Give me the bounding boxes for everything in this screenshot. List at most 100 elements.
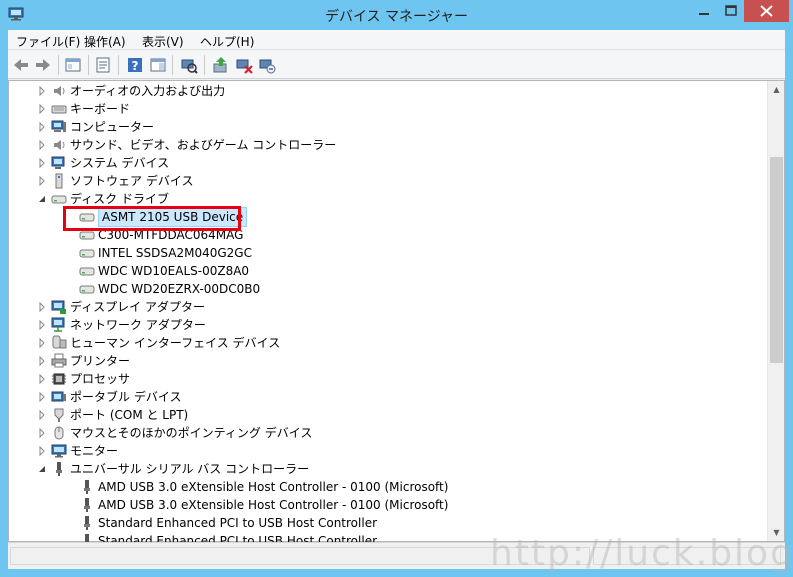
- tree-item-label: AMD USB 3.0 eXtensible Host Controller -…: [98, 498, 449, 512]
- toolbar-separator: [172, 55, 173, 75]
- scroll-down-icon[interactable]: ▼: [768, 524, 785, 541]
- menu-file[interactable]: ファイル(F): [16, 33, 80, 50]
- forward-icon[interactable]: [34, 56, 52, 74]
- show-hide-console-tree-icon[interactable]: [64, 56, 82, 74]
- menu-action[interactable]: 操作(A): [84, 33, 126, 50]
- title-bar[interactable]: デバイス マネージャー: [0, 0, 793, 30]
- disk-drive-icon: [79, 249, 95, 258]
- minimize-button[interactable]: [690, 0, 718, 22]
- tree-item-label: ポータブル デバイス: [70, 390, 182, 404]
- tree-item-label: ASMT 2105 USB Device: [98, 207, 248, 227]
- collapsed-arrow-icon[interactable]: [37, 388, 47, 406]
- device-manager-window: デバイス マネージャー ファイル(F) 操作(A) 表示(V) ヘルプ(H) ?: [0, 0, 793, 577]
- menu-bar: ファイル(F) 操作(A) 表示(V) ヘルプ(H): [8, 30, 785, 50]
- tree-item-label: ユニバーサル シリアル バス コントローラー: [70, 462, 310, 476]
- collapsed-arrow-icon[interactable]: [37, 316, 47, 334]
- back-icon[interactable]: [12, 56, 30, 74]
- collapsed-arrow-icon[interactable]: [37, 172, 47, 190]
- help-icon[interactable]: ?: [126, 56, 144, 74]
- minimize-icon: [699, 13, 709, 15]
- toolbar-separator: [204, 55, 205, 75]
- tree-item-label: システム デバイス: [70, 156, 170, 170]
- toolbar: ?: [8, 51, 785, 79]
- tree-item-label: コンピューター: [70, 120, 155, 134]
- close-icon: [760, 5, 773, 17]
- expanded-arrow-icon[interactable]: [37, 460, 47, 478]
- tree-item-label: ヒューマン インターフェイス デバイス: [70, 336, 281, 350]
- usb-icon: [84, 498, 90, 512]
- status-panel: [593, 547, 781, 565]
- printer-icon: [51, 353, 67, 368]
- collapsed-arrow-icon[interactable]: [37, 100, 47, 118]
- action-pane-icon[interactable]: [149, 56, 167, 74]
- toolbar-separator: [118, 55, 119, 75]
- hid-icon: [52, 335, 67, 349]
- menu-help[interactable]: ヘルプ(H): [200, 33, 254, 50]
- close-button[interactable]: [744, 0, 789, 22]
- maximize-button[interactable]: [718, 0, 744, 22]
- audio-icon: [54, 86, 65, 96]
- monitor-icon: [51, 444, 67, 458]
- software-device-icon: [55, 173, 63, 189]
- usb-icon: [84, 480, 90, 494]
- svg-text:?: ?: [132, 59, 139, 73]
- tree-item-label: プリンター: [70, 354, 131, 368]
- device-tree[interactable]: オーディオの入力および出力 キーボード コンピューター サウンド、ビデオ、およびゲーム…: [8, 80, 785, 548]
- collapsed-arrow-icon[interactable]: [37, 82, 47, 100]
- tree-item-label: プロセッサ: [70, 372, 131, 386]
- portable-device-icon: [51, 391, 66, 402]
- collapsed-arrow-icon[interactable]: [37, 334, 47, 352]
- scrollbar-thumb[interactable]: [770, 157, 783, 363]
- collapsed-arrow-icon[interactable]: [37, 406, 47, 424]
- tree-item-label: キーボード: [70, 102, 131, 116]
- tree-item-label: オーディオの入力および出力: [70, 84, 226, 98]
- tree-item-label: モニター: [70, 444, 119, 458]
- collapsed-arrow-icon[interactable]: [37, 352, 47, 370]
- collapsed-arrow-icon[interactable]: [37, 154, 47, 172]
- usb-icon: [56, 462, 62, 476]
- mouse-icon: [54, 426, 64, 440]
- keyboard-icon: [51, 105, 67, 114]
- collapsed-arrow-icon[interactable]: [37, 298, 47, 316]
- properties-icon[interactable]: [94, 56, 112, 74]
- window-title: デバイス マネージャー: [324, 9, 469, 25]
- tree-item-label: WDC WD10EALS-00Z8A0: [98, 264, 250, 278]
- update-driver-icon[interactable]: [212, 56, 230, 74]
- status-panel: [10, 547, 590, 565]
- menu-view[interactable]: 表示(V): [142, 33, 184, 50]
- scroll-up-icon[interactable]: ▲: [768, 81, 785, 98]
- tree-item-label: ディスプレイ アダプター: [70, 300, 205, 314]
- disk-drive-icon: [79, 267, 95, 276]
- disk-drive-icon: [79, 231, 95, 240]
- computer-icon: [51, 120, 66, 132]
- collapsed-arrow-icon[interactable]: [37, 424, 47, 442]
- disk-drive-icon: [79, 285, 95, 294]
- scan-hardware-icon[interactable]: [180, 56, 198, 74]
- tree-item-label: INTEL SSDSA2M040G2GC: [98, 246, 252, 260]
- processor-icon: [52, 373, 66, 385]
- tree-item-label: マウスとそのほかのポインティング デバイス: [70, 426, 313, 440]
- disable-device-icon[interactable]: [235, 56, 253, 74]
- tree-item-label: WDC WD20EZRX-00DC0B0: [98, 282, 261, 296]
- vertical-scrollbar[interactable]: ▲ ▼: [767, 81, 784, 541]
- tree-item-label: ソフトウェア デバイス: [70, 174, 194, 188]
- tree-item-label: C300-MTFDDAC064MAG: [98, 228, 244, 242]
- collapsed-arrow-icon[interactable]: [37, 136, 47, 154]
- maximize-icon: [725, 5, 737, 16]
- toolbar-separator: [88, 55, 89, 75]
- tree-item-label: AMD USB 3.0 eXtensible Host Controller -…: [98, 480, 449, 494]
- tree-item-label: ディスク ドライブ: [70, 192, 169, 206]
- usb-icon: [84, 516, 90, 530]
- port-icon: [54, 408, 64, 422]
- sound-icon: [54, 140, 65, 150]
- uninstall-device-icon[interactable]: [258, 56, 276, 74]
- tree-item-label: ポート (COM と LPT): [70, 408, 189, 422]
- collapsed-arrow-icon[interactable]: [37, 442, 47, 460]
- system-device-icon: [51, 156, 65, 169]
- network-adapter-icon: [51, 317, 65, 332]
- expanded-arrow-icon[interactable]: [37, 190, 47, 208]
- display-adapter-icon: [51, 300, 66, 314]
- collapsed-arrow-icon[interactable]: [37, 118, 47, 136]
- collapsed-arrow-icon[interactable]: [37, 370, 47, 388]
- toolbar-separator: [58, 55, 59, 75]
